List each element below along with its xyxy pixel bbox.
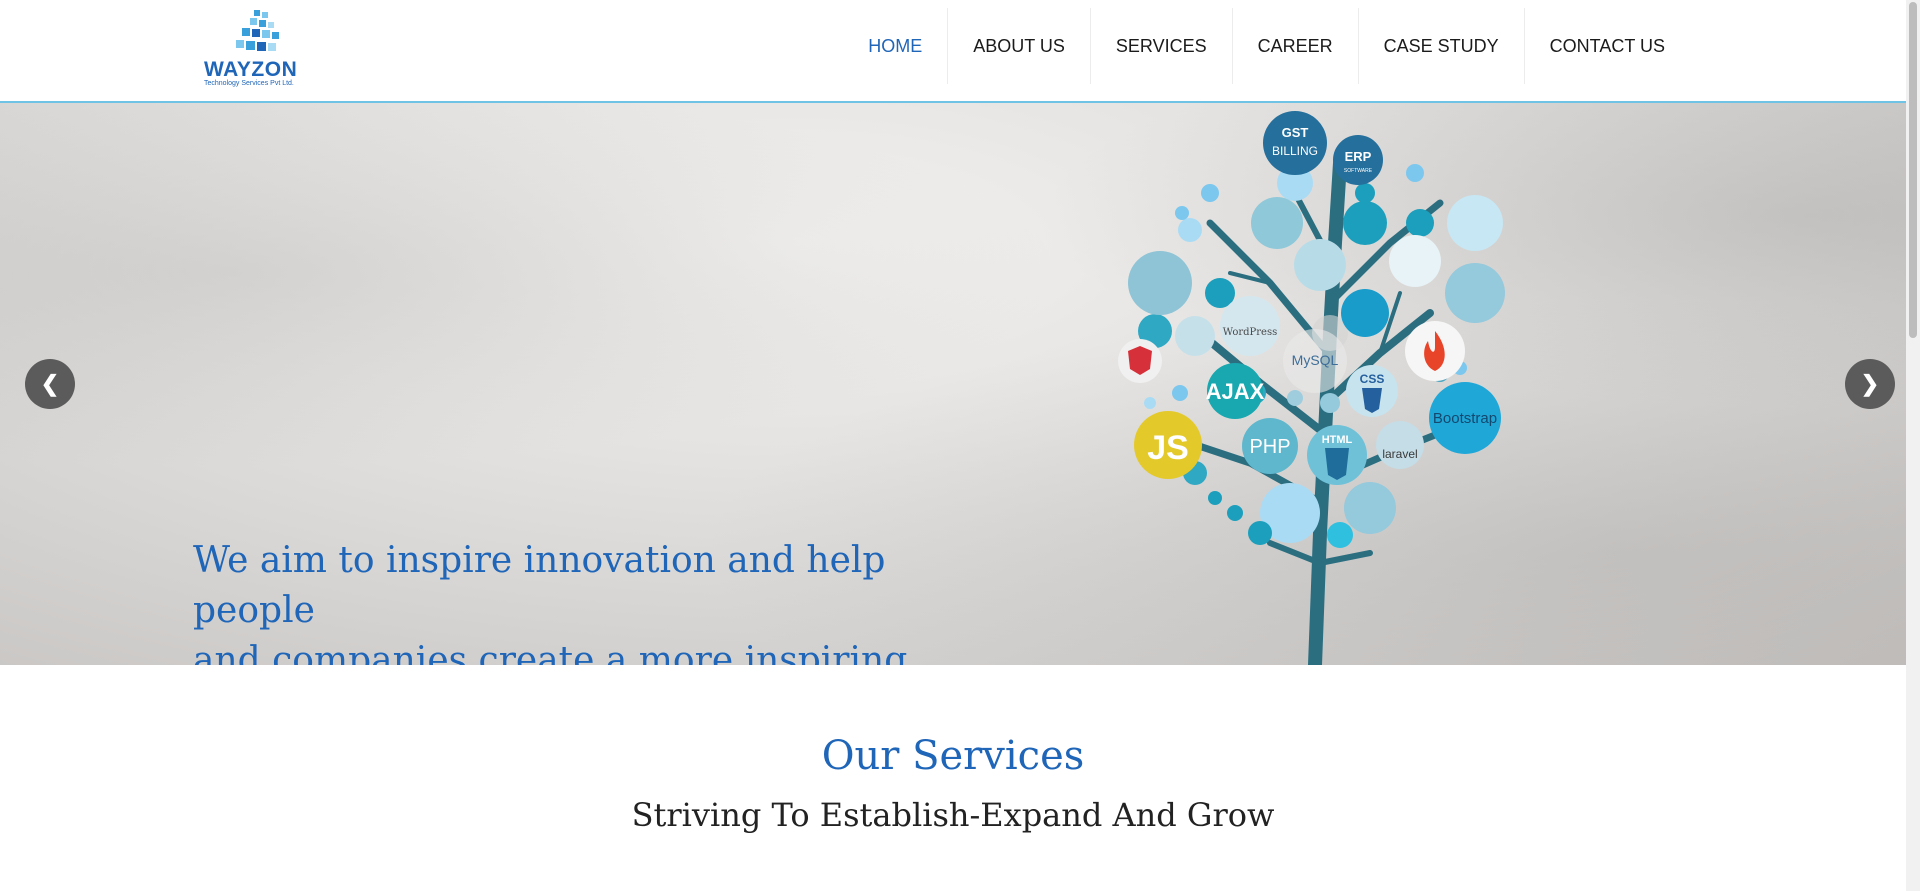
company-logo[interactable]: WAYZON Technology Services Pvt Ltd. bbox=[200, 8, 310, 88]
scrollbar-thumb[interactable] bbox=[1909, 2, 1917, 338]
tree-label-laravel: laravel bbox=[1382, 447, 1417, 461]
tree-label-billing: BILLING bbox=[1272, 144, 1318, 158]
tree-label-wordpress: WordPress bbox=[1223, 327, 1278, 338]
nav-services[interactable]: SERVICES bbox=[1091, 8, 1233, 84]
tree-label-ajax: AJAX bbox=[1206, 379, 1265, 404]
nav-career[interactable]: CAREER bbox=[1233, 8, 1359, 84]
tree-label-gst: GST bbox=[1282, 125, 1309, 140]
site-header: WAYZON Technology Services Pvt Ltd. HOME… bbox=[0, 0, 1906, 103]
page-scrollbar[interactable] bbox=[1906, 0, 1920, 891]
tree-label-erp-sub: SOFTWARE bbox=[1344, 168, 1373, 174]
nav-case-study[interactable]: CASE STUDY bbox=[1359, 8, 1525, 84]
tree-label-html: HTML bbox=[1322, 434, 1353, 446]
tree-label-mysql: MySQL bbox=[1292, 352, 1339, 368]
hero-tagline-line2: and companies create a more inspiring wo… bbox=[193, 640, 908, 665]
tree-label-bootstrap: Bootstrap bbox=[1433, 410, 1497, 427]
nav-home[interactable]: HOME bbox=[843, 8, 949, 84]
slider-next-button[interactable]: ❯ bbox=[1845, 359, 1895, 409]
page: WAYZON Technology Services Pvt Ltd. HOME… bbox=[0, 0, 1906, 891]
main-nav: HOME ABOUT US SERVICES CAREER CASE STUDY… bbox=[843, 8, 1690, 84]
logo-tagline: Technology Services Pvt Ltd. bbox=[204, 80, 294, 87]
services-heading: Our Services bbox=[821, 733, 1085, 779]
hero-tagline-line1: We aim to inspire innovation and help pe… bbox=[193, 540, 886, 631]
logo-checker-icon bbox=[236, 10, 279, 51]
tree-label-css: CSS bbox=[1360, 372, 1385, 386]
tree-label-js: JS bbox=[1147, 429, 1189, 467]
hero-slider: GST BILLING ERP SOFTWARE WordPress MySQL bbox=[0, 103, 1906, 665]
tree-label-erp: ERP bbox=[1345, 149, 1372, 164]
nav-about-us[interactable]: ABOUT US bbox=[948, 8, 1091, 84]
tree-label-php: PHP bbox=[1249, 436, 1290, 458]
services-subheading: Striving To Establish-Expand And Grow bbox=[631, 796, 1275, 834]
nav-contact-us[interactable]: CONTACT US bbox=[1525, 8, 1690, 84]
chevron-right-icon: ❯ bbox=[1860, 371, 1880, 396]
hero-tagline: We aim to inspire innovation and help pe… bbox=[193, 536, 1013, 665]
slider-prev-button[interactable]: ❮ bbox=[25, 359, 75, 409]
logo-wordmark: WAYZON bbox=[204, 58, 298, 81]
chevron-left-icon: ❮ bbox=[40, 371, 60, 396]
technology-tree-illustration: GST BILLING ERP SOFTWARE WordPress MySQL bbox=[1118, 111, 1505, 665]
